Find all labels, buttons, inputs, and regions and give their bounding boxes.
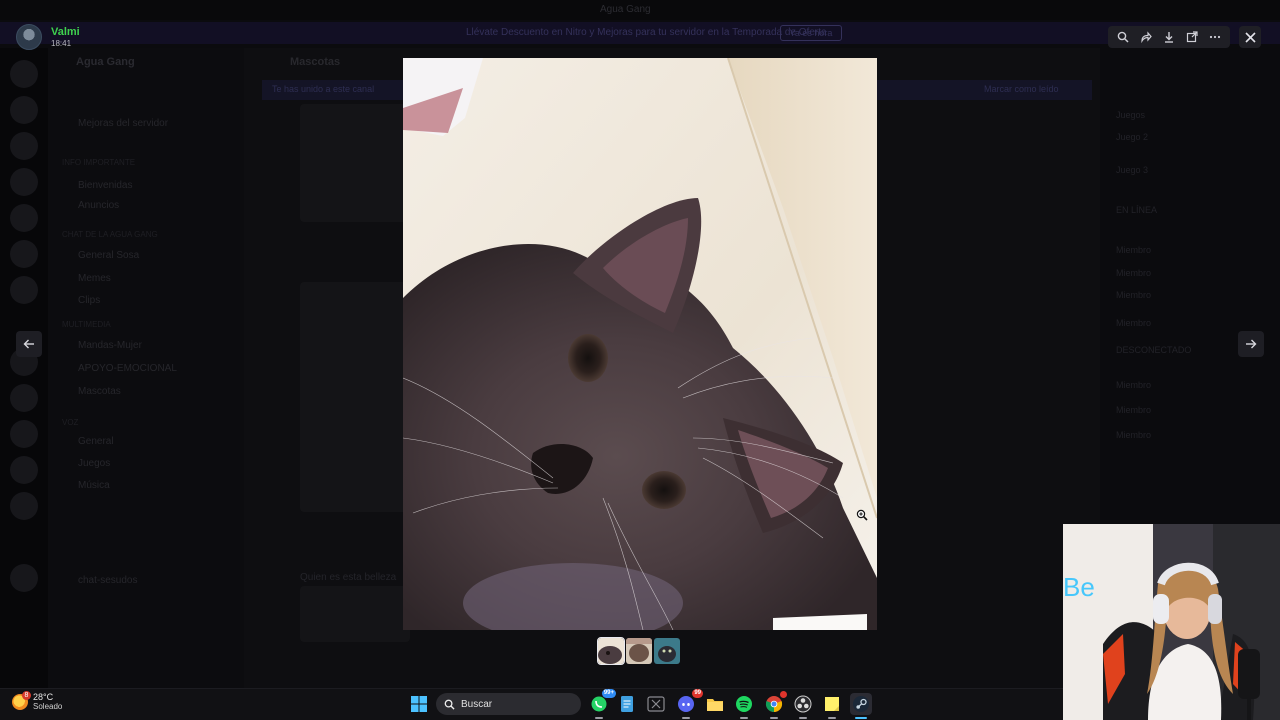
svg-text:Be: Be (1063, 572, 1095, 602)
chat-message-text: Quien es esta belleza (300, 572, 397, 583)
member-item: Miembro (1116, 290, 1152, 300)
channel-category: VOZ (62, 418, 79, 427)
arrow-right-icon[interactable] (1238, 331, 1264, 357)
channel-item: Clips (78, 295, 101, 306)
weather-temperature: 28°C (33, 692, 54, 702)
whatsapp-icon[interactable]: 99+ (588, 689, 616, 719)
member-item: Juego 3 (1116, 165, 1149, 175)
uploader-name[interactable]: Valmi (51, 26, 80, 39)
weather-widget[interactable]: 8 28°C Soleado (12, 691, 63, 712)
server-name: Agua Gang (76, 56, 135, 68)
channel-item: chat-sesudos (78, 575, 138, 586)
channel-item: Música (78, 480, 110, 491)
member-item: DESCONECTADO (1116, 345, 1192, 355)
zoom-icon[interactable] (1114, 28, 1132, 46)
more-icon[interactable] (1206, 28, 1224, 46)
thumb-pet-3[interactable] (654, 638, 680, 664)
uploader-info: Valmi 18:41 (16, 24, 80, 50)
member-item: Miembro (1116, 405, 1152, 415)
member-item: Miembro (1116, 318, 1152, 328)
cat-photo[interactable] (403, 58, 877, 630)
thumb-cat[interactable] (597, 637, 625, 665)
zoom-in-cursor-icon (856, 508, 868, 526)
nitro-banner-button: Ya es hora (780, 25, 842, 41)
spotify-icon[interactable] (733, 693, 755, 719)
file-explorer-icon[interactable] (704, 693, 726, 715)
discord-icon[interactable]: 99 (675, 689, 703, 719)
viewer-toolbar (1108, 26, 1230, 48)
chrome-icon[interactable] (763, 691, 787, 719)
search-placeholder: Buscar (461, 698, 493, 710)
channel-item: APOYO-EMOCIONAL (78, 363, 177, 374)
channel-category: INFO IMPORTANTE (62, 158, 136, 167)
notepad-icon[interactable] (616, 693, 638, 715)
search-icon (444, 699, 455, 710)
chat-attachment (300, 282, 410, 512)
xbox-icon[interactable] (645, 693, 667, 715)
member-item: Miembro (1116, 245, 1152, 255)
member-item: EN LÍNEA (1116, 205, 1158, 215)
thumb-pet-2[interactable] (626, 638, 652, 664)
avatar[interactable] (16, 24, 42, 50)
member-item: Juegos (1116, 110, 1146, 120)
window-title: Agua Gang (600, 4, 651, 15)
chat-attachment (300, 586, 410, 642)
chat-notice-text: Te has unido a este canal (272, 84, 375, 94)
channel-item: Mascotas (78, 386, 121, 397)
arrow-left-icon[interactable] (16, 331, 42, 357)
open-external-icon[interactable] (1183, 28, 1201, 46)
steam-icon[interactable] (850, 693, 872, 719)
discord-badge: 99 (692, 689, 703, 698)
server-rail (0, 48, 48, 688)
sticky-notes-icon[interactable] (821, 693, 843, 719)
channel-item: Bienvenidas (78, 180, 133, 191)
chat-notice-action: Marcar como leído (984, 84, 1059, 94)
channel-item: General (78, 436, 114, 447)
streamer-webcam: Be (1063, 524, 1280, 720)
close-icon[interactable] (1239, 26, 1261, 48)
download-icon[interactable] (1160, 28, 1178, 46)
channel-item: Mandas-Mujer (78, 340, 142, 351)
channel-item: Mejoras del servidor (78, 118, 169, 129)
member-item: Juego 2 (1116, 132, 1149, 142)
obs-icon[interactable] (792, 693, 814, 719)
sun-icon: 8 (12, 691, 31, 710)
member-item: Miembro (1116, 268, 1152, 278)
chrome-badge-dot (780, 691, 787, 698)
thumbnail-strip (597, 637, 680, 665)
channel-item: Juegos (78, 458, 111, 469)
chat-channel-name: Mascotas (290, 56, 341, 68)
windows-start-icon[interactable] (408, 693, 430, 715)
channel-item: Anuncios (78, 200, 120, 211)
channel-category: CHAT DE LA AGUA GANG (62, 230, 158, 239)
nitro-banner-text: Llévate Descuento en Nitro y Mejoras par… (466, 27, 827, 38)
weather-description: Soleado (33, 702, 63, 711)
taskbar-search[interactable]: Buscar (436, 693, 581, 715)
channel-category: MULTIMEDIA (62, 320, 111, 329)
member-item: Miembro (1116, 380, 1152, 390)
channel-item: Memes (78, 273, 111, 284)
chat-attachment (300, 104, 410, 222)
forward-icon[interactable] (1137, 28, 1155, 46)
whatsapp-badge: 99+ (601, 689, 616, 698)
weather-badge: 8 (22, 691, 31, 700)
channel-item: General Sosa (78, 250, 140, 261)
upload-time: 18:41 (51, 38, 72, 48)
member-item: Miembro (1116, 430, 1152, 440)
